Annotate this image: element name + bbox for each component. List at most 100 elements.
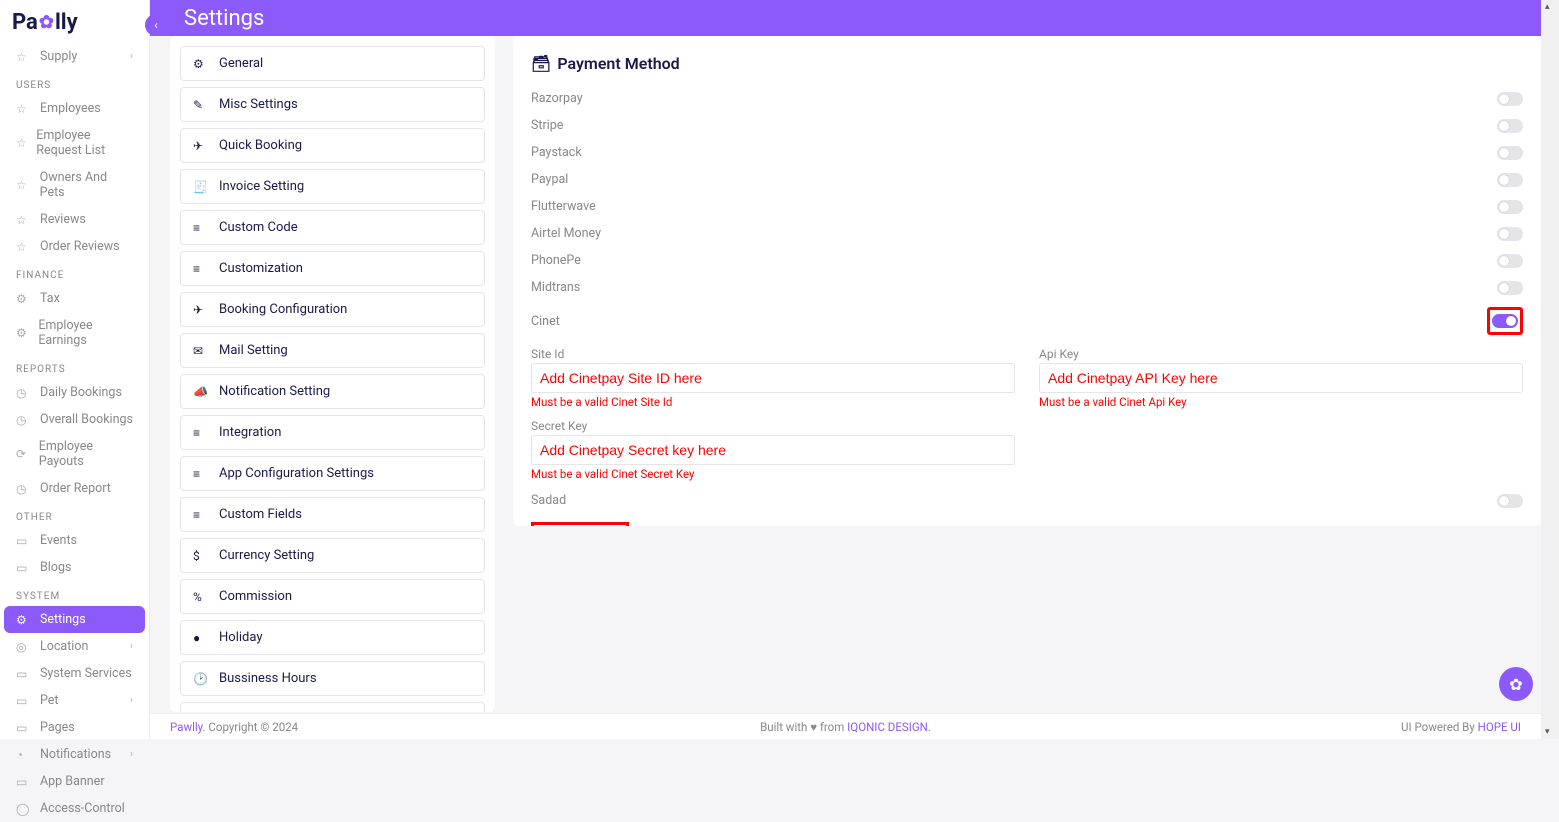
- sidebar-item-employee-payouts[interactable]: ⟳Employee Payouts: [4, 433, 145, 475]
- sidebar-item-icon: ▭: [16, 534, 32, 548]
- sidebar-item-settings[interactable]: ⚙Settings: [4, 606, 145, 633]
- gateway-toggle-stripe[interactable]: [1497, 119, 1523, 133]
- category-integration[interactable]: ≡Integration: [180, 415, 485, 450]
- category-mail-setting[interactable]: ✉Mail Setting: [180, 333, 485, 368]
- sidebar-item-app-banner[interactable]: ▭App Banner: [4, 768, 145, 795]
- sidebar-item-events[interactable]: ▭Events: [4, 527, 145, 554]
- gateway-row-paystack: Paystack: [531, 139, 1523, 166]
- sidebar-item-icon: ◷: [16, 482, 32, 496]
- sidebar-item-icon: ◎: [16, 640, 32, 654]
- gateway-row-flutterwave: Flutterwave: [531, 193, 1523, 220]
- category-quick-booking[interactable]: ✈Quick Booking: [180, 128, 485, 163]
- sidebar-item-employee-request-list[interactable]: ☆Employee Request List: [4, 122, 145, 164]
- sidebar-collapse-button[interactable]: ‹: [145, 14, 167, 36]
- sidebar-item-label: Blogs: [40, 560, 71, 575]
- category-icon: ≡: [193, 467, 211, 481]
- sidebar-item-overall-bookings[interactable]: ◷Overall Bookings: [4, 406, 145, 433]
- gateway-toggle-paypal[interactable]: [1497, 173, 1523, 187]
- category-icon: ≡: [193, 508, 211, 522]
- category-label: Custom Code: [219, 220, 298, 235]
- sidebar-item-icon: ▭: [16, 694, 32, 708]
- category-holiday[interactable]: ●Holiday: [180, 620, 485, 655]
- gateway-toggle-phonepe[interactable]: [1497, 254, 1523, 268]
- sidebar-item-icon: ◷: [16, 386, 32, 400]
- category-grooming-bussiness-hours[interactable]: 🕑Grooming Bussiness Hours: [180, 702, 485, 712]
- sidebar-item-tax[interactable]: ⚙Tax: [4, 285, 145, 312]
- category-icon: ≡: [193, 262, 211, 276]
- sidebar-item-order-report[interactable]: ◷ Order Report: [4, 475, 145, 502]
- category-commission[interactable]: %Commission: [180, 579, 485, 614]
- secret-key-input[interactable]: [531, 435, 1015, 465]
- sidebar-item-employee-earnings[interactable]: ⚙Employee Earnings: [4, 312, 145, 354]
- sidebar-item-label: Overall Bookings: [40, 412, 133, 427]
- category-icon: ⚙: [193, 57, 211, 71]
- sidebar-item-label: Location: [40, 639, 88, 654]
- category-icon: ✈: [193, 139, 211, 153]
- fab-button[interactable]: ✿: [1499, 667, 1533, 701]
- sidebar-item-order-reviews[interactable]: ☆Order Reviews: [4, 233, 145, 260]
- sidebar-item-icon: ▭: [16, 667, 32, 681]
- sidebar-item-access-control[interactable]: ◯Access-Control: [4, 795, 145, 822]
- sidebar-item-supply[interactable]: ☆Supply›: [4, 43, 145, 70]
- sidebar-item-employees[interactable]: ☆Employees: [4, 95, 145, 122]
- sidebar-item-label: Employee Earnings: [38, 318, 133, 348]
- gateway-toggle-flutterwave[interactable]: [1497, 200, 1523, 214]
- payment-method-icon: 🗃: [531, 54, 551, 73]
- gateway-toggle-sadad[interactable]: [1497, 494, 1523, 508]
- content-title: 🗃 Payment Method: [531, 54, 1523, 73]
- sidebar-item-reviews[interactable]: ☆Reviews: [4, 206, 145, 233]
- category-label: Mail Setting: [219, 343, 288, 358]
- category-notification-setting[interactable]: 📣Notification Setting: [180, 374, 485, 409]
- gateway-row-airtel-money: Airtel Money: [531, 220, 1523, 247]
- sidebar-header: FINANCE: [4, 260, 145, 285]
- sidebar-item-label: Order Report: [40, 481, 111, 496]
- category-icon: ≡: [193, 426, 211, 440]
- site-id-input[interactable]: [531, 363, 1015, 393]
- toggle-highlight: [1487, 307, 1523, 335]
- category-icon: ✎: [193, 98, 211, 112]
- sidebar-item-pet[interactable]: ▭Pet›: [4, 687, 145, 714]
- gateway-toggle-cinet[interactable]: [1492, 314, 1518, 328]
- sidebar-item-label: Employees: [40, 101, 101, 116]
- category-currency-setting[interactable]: $Currency Setting: [180, 538, 485, 573]
- sidebar-item-pages[interactable]: ▭Pages: [4, 714, 145, 741]
- category-icon: 📣: [193, 385, 211, 399]
- category-icon: %: [193, 590, 211, 604]
- sidebar-item-label: Notifications: [40, 747, 111, 762]
- api-key-input[interactable]: [1039, 363, 1523, 393]
- category-misc-settings[interactable]: ✎Misc Settings: [180, 87, 485, 122]
- sidebar-item-daily-bookings[interactable]: ◷Daily Bookings: [4, 379, 145, 406]
- category-icon: ✈: [193, 303, 211, 317]
- sidebar-item-icon: ⟳: [16, 447, 31, 461]
- submit-highlight: Submit 💾: [531, 522, 629, 526]
- category-app-configuration-settings[interactable]: ≡App Configuration Settings: [180, 456, 485, 491]
- sidebar-item-label: Owners And Pets: [40, 170, 133, 200]
- gateway-toggle-paystack[interactable]: [1497, 146, 1523, 160]
- sidebar-item-icon: ▭: [16, 721, 32, 735]
- sidebar-item-icon: ▭: [16, 775, 32, 789]
- gateway-toggle-razorpay[interactable]: [1497, 92, 1523, 106]
- sidebar-item-blogs[interactable]: ▭Blogs: [4, 554, 145, 581]
- category-booking-configuration[interactable]: ✈Booking Configuration: [180, 292, 485, 327]
- category-custom-fields[interactable]: ≡Custom Fields: [180, 497, 485, 532]
- category-customization[interactable]: ≡Customization: [180, 251, 485, 286]
- category-label: Bussiness Hours: [219, 671, 317, 686]
- category-bussiness-hours[interactable]: 🕑Bussiness Hours: [180, 661, 485, 696]
- gateway-toggle-midtrans[interactable]: [1497, 281, 1523, 295]
- sidebar: Pa✿lly ☆Supply›USERS☆Employees☆Employee …: [0, 0, 150, 739]
- sidebar-item-notifications[interactable]: ◔Notifications›: [4, 741, 145, 768]
- category-general[interactable]: ⚙General: [180, 46, 485, 81]
- gateway-row-midtrans: Midtrans: [531, 274, 1523, 301]
- chevron-right-icon: ›: [130, 749, 133, 760]
- sidebar-item-location[interactable]: ◎Location›: [4, 633, 145, 660]
- gateway-toggle-airtel-money[interactable]: [1497, 227, 1523, 241]
- sidebar-item-label: Reviews: [40, 212, 86, 227]
- sidebar-item-icon: ☆: [16, 178, 32, 192]
- sidebar-item-system-services[interactable]: ▭System Services: [4, 660, 145, 687]
- gateway-row-sadad: Sadad: [531, 487, 1523, 514]
- category-icon: ●: [193, 631, 211, 645]
- sidebar-item-icon: ◯: [16, 802, 32, 816]
- sidebar-item-owners-and-pets[interactable]: ☆ Owners And Pets: [4, 164, 145, 206]
- category-invoice-setting[interactable]: 🧾Invoice Setting: [180, 169, 485, 204]
- category-custom-code[interactable]: ≡Custom Code: [180, 210, 485, 245]
